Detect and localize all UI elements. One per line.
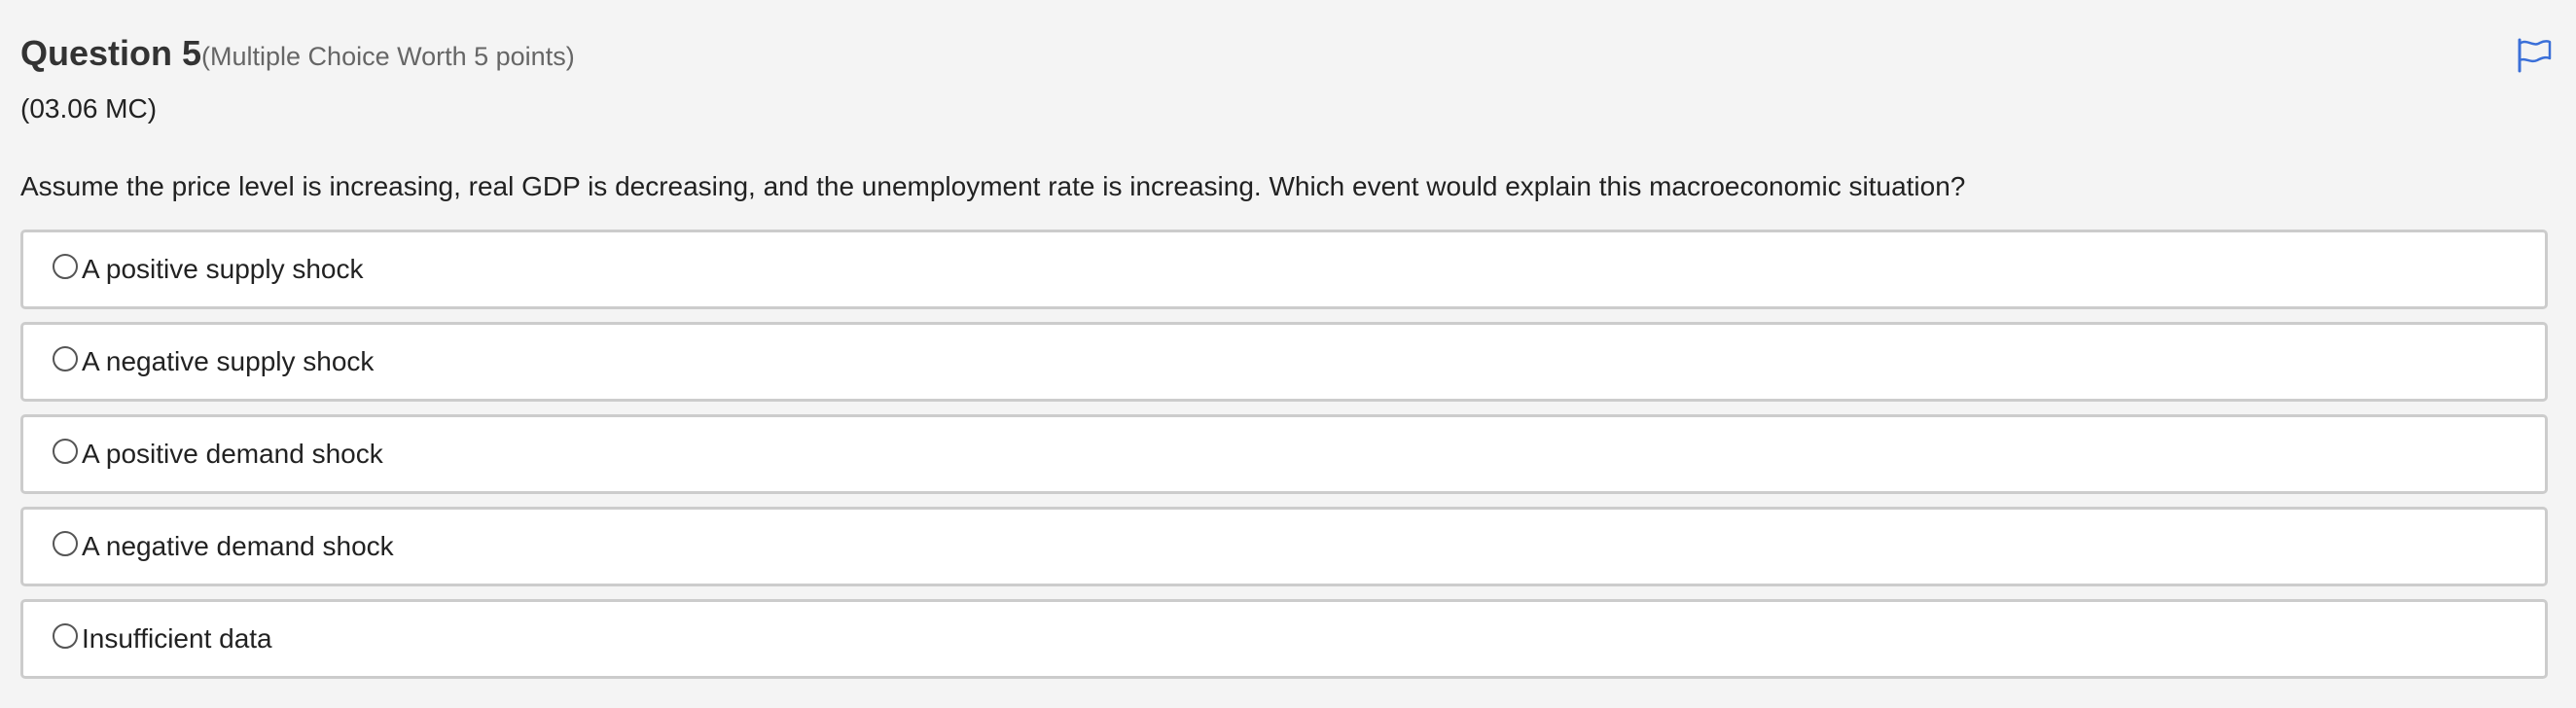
answer-option-5[interactable]: Insufficient data (20, 599, 2548, 679)
answer-option-label: A negative supply shock (82, 346, 375, 376)
answer-options: A positive supply shock A negative suppl… (20, 230, 2548, 691)
radio-button[interactable] (53, 346, 78, 372)
answer-option-label: A negative demand shock (82, 531, 394, 561)
question-prompt: Assume the price level is increasing, re… (20, 171, 1966, 201)
answer-option-2[interactable]: A negative supply shock (20, 322, 2548, 402)
question-header: Question 5 (Multiple Choice Worth 5 poin… (20, 33, 575, 74)
question-title: Question 5 (20, 33, 202, 73)
question-code: (03.06 MC) (20, 93, 158, 124)
flag-question-button[interactable] (2514, 36, 2553, 73)
radio-button[interactable] (53, 623, 78, 649)
radio-button[interactable] (53, 254, 78, 279)
flag-icon (2518, 38, 2552, 73)
radio-button[interactable] (53, 531, 78, 556)
answer-option-label: A positive supply shock (82, 254, 364, 284)
answer-option-3[interactable]: A positive demand shock (20, 414, 2548, 494)
radio-button[interactable] (53, 439, 78, 464)
answer-option-label: Insufficient data (82, 623, 272, 654)
answer-option-label: A positive demand shock (82, 439, 383, 469)
answer-option-1[interactable]: A positive supply shock (20, 230, 2548, 309)
question-worth: (Multiple Choice Worth 5 points) (201, 42, 575, 71)
answer-option-4[interactable]: A negative demand shock (20, 507, 2548, 586)
